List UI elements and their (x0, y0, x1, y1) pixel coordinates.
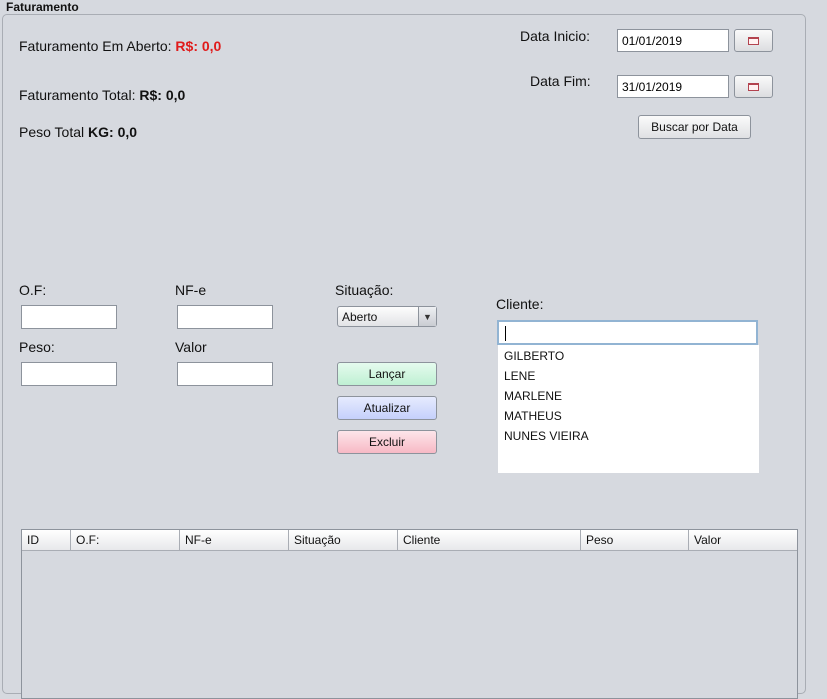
data-inicio-calendar-button[interactable] (734, 29, 773, 52)
faturamento-table[interactable]: ID O.F: NF-e Situação Cliente Peso Valor (21, 529, 798, 699)
data-inicio-field[interactable] (617, 29, 729, 52)
situacao-label: Situação: (335, 282, 394, 298)
atualizar-button[interactable]: Atualizar (337, 396, 437, 420)
cliente-suggestion-list: GILBERTO LENE MARLENE MATHEUS NUNES VIEI… (498, 345, 759, 473)
situacao-dropdown[interactable]: Aberto ▼ (337, 306, 437, 327)
column-header-of[interactable]: O.F: (71, 530, 180, 551)
peso-total-unit: KG: (88, 124, 114, 140)
faturamento-total-value: 0,0 (165, 87, 186, 103)
panel-title: Faturamento (6, 0, 79, 14)
chevron-down-icon[interactable]: ▼ (418, 307, 436, 326)
faturamento-total-currency: R$: (139, 87, 162, 103)
buscar-por-data-button[interactable]: Buscar por Data (638, 115, 751, 139)
faturamento-aberto-currency: R$: (175, 38, 198, 54)
text-caret (505, 326, 506, 341)
nfe-field[interactable] (177, 305, 273, 329)
faturamento-aberto-row: Faturamento Em Aberto: R$: 0,0 (19, 38, 221, 54)
column-header-nfe[interactable]: NF-e (180, 530, 289, 551)
calendar-icon (748, 82, 759, 91)
of-label: O.F: (19, 282, 47, 298)
cliente-label: Cliente: (496, 296, 544, 312)
column-header-situacao[interactable]: Situação (289, 530, 398, 551)
nfe-label: NF-e (175, 282, 207, 298)
faturamento-aberto-label: Faturamento Em Aberto: (19, 38, 172, 54)
data-fim-calendar-button[interactable] (734, 75, 773, 98)
valor-field[interactable] (177, 362, 273, 386)
cliente-suggestion-item[interactable]: LENE (504, 369, 535, 383)
column-header-peso[interactable]: Peso (581, 530, 689, 551)
column-header-valor[interactable]: Valor (689, 530, 797, 551)
valor-label: Valor (175, 339, 207, 355)
peso-total-label: Peso Total (19, 124, 85, 140)
situacao-selected: Aberto (342, 310, 378, 324)
faturamento-total-row: Faturamento Total: R$: 0,0 (19, 87, 185, 103)
faturamento-aberto-value: 0,0 (201, 38, 222, 54)
cliente-field[interactable] (497, 320, 758, 345)
excluir-button[interactable]: Excluir (337, 430, 437, 454)
column-header-cliente[interactable]: Cliente (398, 530, 581, 551)
data-inicio-label: Data Inicio: (520, 28, 591, 44)
column-header-id[interactable]: ID (22, 530, 71, 551)
peso-label: Peso: (19, 339, 55, 355)
peso-total-row: Peso Total KG: 0,0 (19, 124, 137, 140)
cliente-suggestion-item[interactable]: NUNES VIEIRA (504, 429, 589, 443)
faturamento-total-label: Faturamento Total: (19, 87, 136, 103)
peso-field[interactable] (21, 362, 117, 386)
peso-total-value: 0,0 (117, 124, 138, 140)
cliente-suggestion-item[interactable]: MATHEUS (504, 409, 562, 423)
of-field[interactable] (21, 305, 117, 329)
calendar-icon (748, 36, 759, 45)
data-fim-label: Data Fim: (530, 73, 591, 89)
data-fim-field[interactable] (617, 75, 729, 98)
cliente-suggestion-item[interactable]: MARLENE (504, 389, 562, 403)
cliente-suggestion-item[interactable]: GILBERTO (504, 349, 564, 363)
lancar-button[interactable]: Lançar (337, 362, 437, 386)
